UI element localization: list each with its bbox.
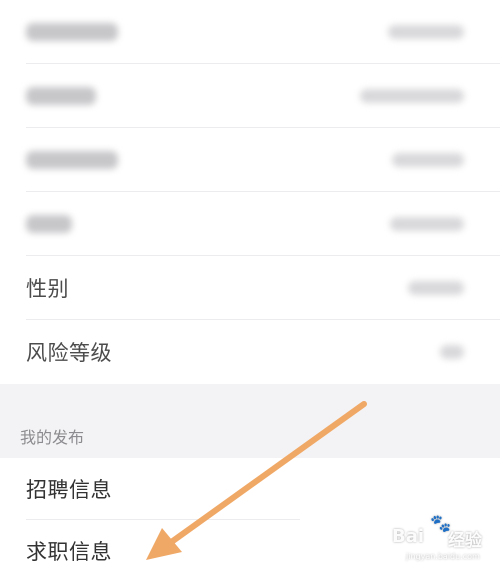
gender-label: 性别 <box>26 277 69 301</box>
profile-row-blurred-3[interactable] <box>0 128 500 192</box>
list-item-recruitment-info[interactable]: 招聘信息 <box>0 458 500 520</box>
watermark-url: jingyan.baidu.com <box>406 552 480 561</box>
recruitment-info-label: 招聘信息 <box>26 478 112 502</box>
blurred-value <box>388 25 464 39</box>
watermark-chinese: 经验 <box>448 531 482 551</box>
profile-info-list: 性别 风险等级 <box>0 0 500 384</box>
blurred-label <box>26 23 118 41</box>
profile-row-blurred-4[interactable] <box>0 192 500 256</box>
blurred-label <box>26 151 118 169</box>
profile-row-blurred-1[interactable] <box>0 0 500 64</box>
blurred-gender-value <box>408 281 464 295</box>
risk-level-label: 风险等级 <box>26 341 112 365</box>
my-posts-header-label: 我的发布 <box>20 428 85 447</box>
blurred-label <box>26 87 96 105</box>
blurred-value <box>390 217 464 231</box>
blurred-value <box>360 89 464 103</box>
profile-row-blurred-2[interactable] <box>0 64 500 128</box>
profile-row-gender[interactable]: 性别 <box>0 256 500 320</box>
blurred-label <box>26 215 72 233</box>
section-header-my-posts: 我的发布 <box>0 396 500 458</box>
baidu-jingyan-watermark: Bai 🐾 经验 jingyan.baidu.com <box>392 514 492 572</box>
job-seeking-info-label: 求职信息 <box>26 540 112 564</box>
blurred-value <box>392 153 464 167</box>
profile-row-risk-level[interactable]: 风险等级 <box>0 320 500 384</box>
watermark-brand: Bai <box>392 526 425 547</box>
blurred-risk-value <box>440 345 464 359</box>
